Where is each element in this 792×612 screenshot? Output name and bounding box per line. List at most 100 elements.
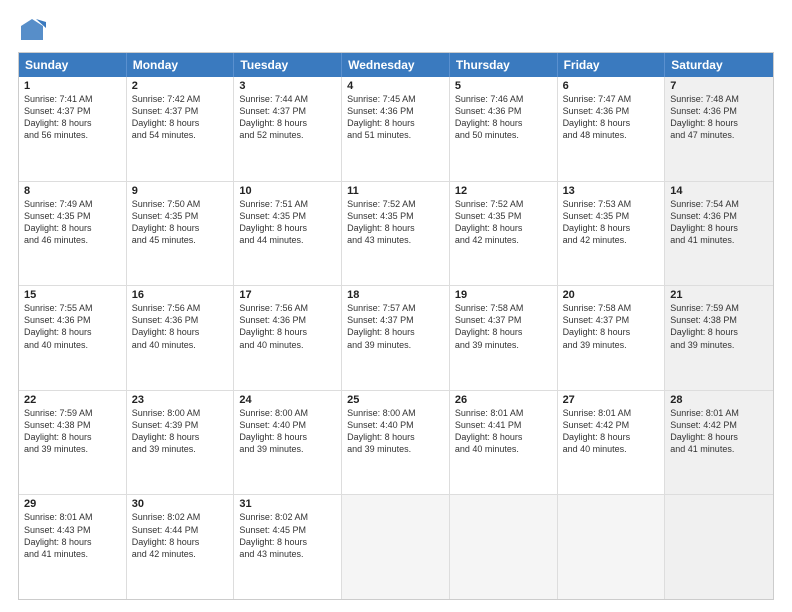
calendar-cell: 4Sunrise: 7:45 AMSunset: 4:36 PMDaylight… [342, 77, 450, 181]
cell-info: Sunrise: 8:01 AMSunset: 4:42 PMDaylight:… [563, 407, 660, 456]
day-number: 19 [455, 289, 552, 301]
calendar-cell: 13Sunrise: 7:53 AMSunset: 4:35 PMDayligh… [558, 182, 666, 286]
day-number: 7 [670, 80, 768, 92]
day-number: 27 [563, 394, 660, 406]
calendar-cell [342, 495, 450, 599]
day-number: 31 [239, 498, 336, 510]
cell-info: Sunrise: 7:46 AMSunset: 4:36 PMDaylight:… [455, 93, 552, 142]
day-number: 3 [239, 80, 336, 92]
day-number: 2 [132, 80, 229, 92]
calendar-cell: 28Sunrise: 8:01 AMSunset: 4:42 PMDayligh… [665, 391, 773, 495]
calendar-cell: 19Sunrise: 7:58 AMSunset: 4:37 PMDayligh… [450, 286, 558, 390]
calendar-cell: 23Sunrise: 8:00 AMSunset: 4:39 PMDayligh… [127, 391, 235, 495]
cell-info: Sunrise: 7:48 AMSunset: 4:36 PMDaylight:… [670, 93, 768, 142]
header-day-saturday: Saturday [665, 53, 773, 77]
logo-icon [18, 16, 46, 44]
cell-info: Sunrise: 8:01 AMSunset: 4:41 PMDaylight:… [455, 407, 552, 456]
cell-info: Sunrise: 7:44 AMSunset: 4:37 PMDaylight:… [239, 93, 336, 142]
cell-info: Sunrise: 7:56 AMSunset: 4:36 PMDaylight:… [132, 302, 229, 351]
cell-info: Sunrise: 8:00 AMSunset: 4:40 PMDaylight:… [347, 407, 444, 456]
calendar-cell: 27Sunrise: 8:01 AMSunset: 4:42 PMDayligh… [558, 391, 666, 495]
day-number: 9 [132, 185, 229, 197]
day-number: 24 [239, 394, 336, 406]
day-number: 14 [670, 185, 768, 197]
page: SundayMondayTuesdayWednesdayThursdayFrid… [0, 0, 792, 612]
calendar-row-4: 29Sunrise: 8:01 AMSunset: 4:43 PMDayligh… [19, 494, 773, 599]
calendar-body: 1Sunrise: 7:41 AMSunset: 4:37 PMDaylight… [19, 77, 773, 599]
day-number: 21 [670, 289, 768, 301]
day-number: 25 [347, 394, 444, 406]
day-number: 11 [347, 185, 444, 197]
day-number: 1 [24, 80, 121, 92]
calendar-cell: 26Sunrise: 8:01 AMSunset: 4:41 PMDayligh… [450, 391, 558, 495]
calendar-cell: 5Sunrise: 7:46 AMSunset: 4:36 PMDaylight… [450, 77, 558, 181]
calendar-cell: 16Sunrise: 7:56 AMSunset: 4:36 PMDayligh… [127, 286, 235, 390]
calendar-row-3: 22Sunrise: 7:59 AMSunset: 4:38 PMDayligh… [19, 390, 773, 495]
day-number: 28 [670, 394, 768, 406]
calendar-cell: 31Sunrise: 8:02 AMSunset: 4:45 PMDayligh… [234, 495, 342, 599]
cell-info: Sunrise: 7:58 AMSunset: 4:37 PMDaylight:… [455, 302, 552, 351]
cell-info: Sunrise: 8:01 AMSunset: 4:42 PMDaylight:… [670, 407, 768, 456]
cell-info: Sunrise: 7:52 AMSunset: 4:35 PMDaylight:… [455, 198, 552, 247]
calendar-cell: 29Sunrise: 8:01 AMSunset: 4:43 PMDayligh… [19, 495, 127, 599]
calendar-cell: 3Sunrise: 7:44 AMSunset: 4:37 PMDaylight… [234, 77, 342, 181]
day-number: 18 [347, 289, 444, 301]
calendar-cell: 20Sunrise: 7:58 AMSunset: 4:37 PMDayligh… [558, 286, 666, 390]
cell-info: Sunrise: 7:59 AMSunset: 4:38 PMDaylight:… [24, 407, 121, 456]
day-number: 5 [455, 80, 552, 92]
header-day-tuesday: Tuesday [234, 53, 342, 77]
calendar-cell: 7Sunrise: 7:48 AMSunset: 4:36 PMDaylight… [665, 77, 773, 181]
day-number: 13 [563, 185, 660, 197]
cell-info: Sunrise: 8:00 AMSunset: 4:40 PMDaylight:… [239, 407, 336, 456]
day-number: 15 [24, 289, 121, 301]
cell-info: Sunrise: 7:55 AMSunset: 4:36 PMDaylight:… [24, 302, 121, 351]
calendar-cell: 9Sunrise: 7:50 AMSunset: 4:35 PMDaylight… [127, 182, 235, 286]
day-number: 30 [132, 498, 229, 510]
cell-info: Sunrise: 7:52 AMSunset: 4:35 PMDaylight:… [347, 198, 444, 247]
cell-info: Sunrise: 7:56 AMSunset: 4:36 PMDaylight:… [239, 302, 336, 351]
cell-info: Sunrise: 7:50 AMSunset: 4:35 PMDaylight:… [132, 198, 229, 247]
calendar-row-2: 15Sunrise: 7:55 AMSunset: 4:36 PMDayligh… [19, 285, 773, 390]
calendar-cell: 2Sunrise: 7:42 AMSunset: 4:37 PMDaylight… [127, 77, 235, 181]
cell-info: Sunrise: 7:57 AMSunset: 4:37 PMDaylight:… [347, 302, 444, 351]
cell-info: Sunrise: 7:58 AMSunset: 4:37 PMDaylight:… [563, 302, 660, 351]
header-day-sunday: Sunday [19, 53, 127, 77]
calendar-cell: 15Sunrise: 7:55 AMSunset: 4:36 PMDayligh… [19, 286, 127, 390]
header [18, 16, 774, 44]
calendar-row-1: 8Sunrise: 7:49 AMSunset: 4:35 PMDaylight… [19, 181, 773, 286]
cell-info: Sunrise: 8:02 AMSunset: 4:44 PMDaylight:… [132, 511, 229, 560]
logo [18, 16, 50, 44]
calendar-cell: 17Sunrise: 7:56 AMSunset: 4:36 PMDayligh… [234, 286, 342, 390]
cell-info: Sunrise: 7:49 AMSunset: 4:35 PMDaylight:… [24, 198, 121, 247]
calendar-header: SundayMondayTuesdayWednesdayThursdayFrid… [19, 53, 773, 77]
day-number: 20 [563, 289, 660, 301]
day-number: 26 [455, 394, 552, 406]
header-day-thursday: Thursday [450, 53, 558, 77]
day-number: 6 [563, 80, 660, 92]
calendar-cell: 8Sunrise: 7:49 AMSunset: 4:35 PMDaylight… [19, 182, 127, 286]
cell-info: Sunrise: 7:54 AMSunset: 4:36 PMDaylight:… [670, 198, 768, 247]
header-day-wednesday: Wednesday [342, 53, 450, 77]
header-day-monday: Monday [127, 53, 235, 77]
calendar-cell: 12Sunrise: 7:52 AMSunset: 4:35 PMDayligh… [450, 182, 558, 286]
calendar-cell [665, 495, 773, 599]
cell-info: Sunrise: 7:59 AMSunset: 4:38 PMDaylight:… [670, 302, 768, 351]
calendar-cell [558, 495, 666, 599]
calendar-cell: 6Sunrise: 7:47 AMSunset: 4:36 PMDaylight… [558, 77, 666, 181]
calendar-row-0: 1Sunrise: 7:41 AMSunset: 4:37 PMDaylight… [19, 77, 773, 181]
cell-info: Sunrise: 7:42 AMSunset: 4:37 PMDaylight:… [132, 93, 229, 142]
day-number: 4 [347, 80, 444, 92]
day-number: 8 [24, 185, 121, 197]
cell-info: Sunrise: 7:47 AMSunset: 4:36 PMDaylight:… [563, 93, 660, 142]
day-number: 29 [24, 498, 121, 510]
calendar-cell: 10Sunrise: 7:51 AMSunset: 4:35 PMDayligh… [234, 182, 342, 286]
header-day-friday: Friday [558, 53, 666, 77]
day-number: 10 [239, 185, 336, 197]
calendar-cell: 18Sunrise: 7:57 AMSunset: 4:37 PMDayligh… [342, 286, 450, 390]
cell-info: Sunrise: 8:00 AMSunset: 4:39 PMDaylight:… [132, 407, 229, 456]
day-number: 12 [455, 185, 552, 197]
calendar-cell: 14Sunrise: 7:54 AMSunset: 4:36 PMDayligh… [665, 182, 773, 286]
calendar-cell: 22Sunrise: 7:59 AMSunset: 4:38 PMDayligh… [19, 391, 127, 495]
day-number: 16 [132, 289, 229, 301]
calendar: SundayMondayTuesdayWednesdayThursdayFrid… [18, 52, 774, 600]
